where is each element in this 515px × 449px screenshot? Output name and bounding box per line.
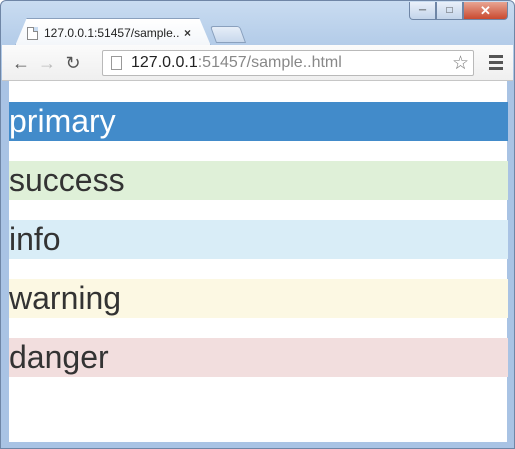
page-icon	[27, 26, 38, 40]
address-bar[interactable]: 127.0.0.1:51457/sample..html ☆	[102, 50, 474, 76]
tab-title: 127.0.0.1:51457/sample..html	[44, 26, 180, 40]
bar-primary: primary	[9, 102, 508, 141]
window-controls: ─ □ ✕	[409, 2, 508, 20]
page-icon	[111, 56, 122, 70]
page-content: primary success info warning danger	[8, 81, 508, 442]
bar-danger: danger	[9, 338, 508, 377]
close-button[interactable]: ✕	[463, 2, 508, 20]
bookmark-star-icon[interactable]: ☆	[452, 52, 469, 75]
bar-warning: warning	[9, 279, 508, 318]
bar-success: success	[9, 161, 508, 200]
minimize-button[interactable]: ─	[409, 2, 436, 20]
url-text[interactable]: 127.0.0.1:51457/sample..html	[131, 54, 342, 72]
forward-arrow-icon[interactable]: →	[36, 52, 58, 74]
url-path: :51457/sample..html	[197, 54, 342, 71]
bar-info: info	[9, 220, 508, 259]
url-host: 127.0.0.1	[131, 54, 198, 71]
tab-close-icon[interactable]: ×	[184, 26, 191, 40]
browser-toolbar: ← → ↻ 127.0.0.1:51457/sample..html ☆	[2, 45, 513, 81]
back-arrow-icon[interactable]: ←	[10, 52, 32, 74]
reload-icon[interactable]: ↻	[62, 52, 84, 74]
menu-icon[interactable]	[489, 55, 503, 73]
title-bar: 127.0.0.1:51457/sample..html × ─ □ ✕	[1, 1, 514, 46]
browser-window: 127.0.0.1:51457/sample..html × ─ □ ✕ ← →…	[0, 0, 515, 449]
tab-content[interactable]: 127.0.0.1:51457/sample..html ×	[27, 24, 197, 42]
maximize-button[interactable]: □	[436, 2, 463, 20]
new-tab-button[interactable]	[209, 26, 247, 43]
